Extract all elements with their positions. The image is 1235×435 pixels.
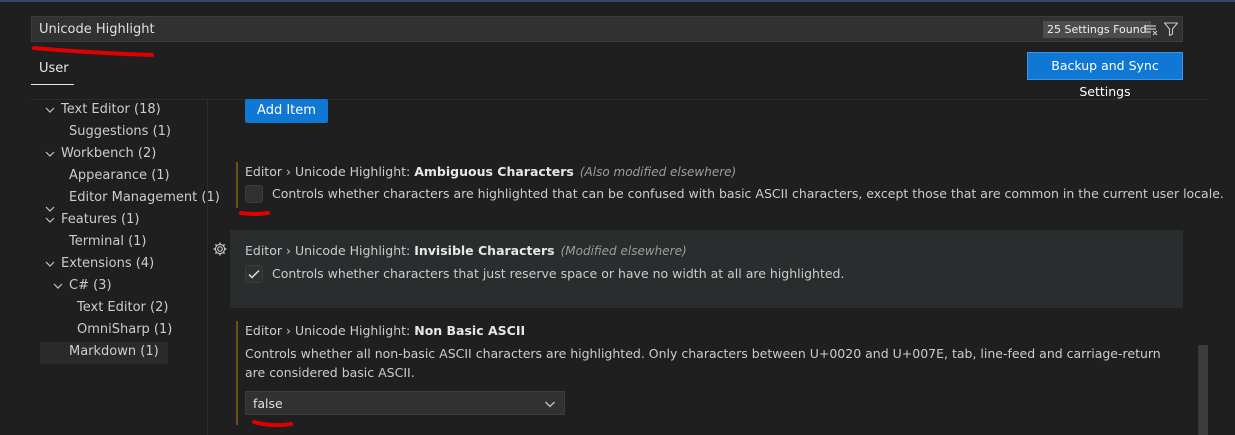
select-value: false — [253, 396, 283, 411]
toc-item-text-editor[interactable]: Text Editor (18) — [61, 99, 161, 121]
setting-category: Editor › Unicode Highlight: — [245, 243, 415, 258]
chevron-down-icon[interactable] — [45, 149, 55, 159]
toc-item-workbench[interactable]: Workbench (2) — [61, 143, 156, 165]
setting-description: Controls whether characters are highligh… — [272, 186, 1224, 201]
red-annotation-underline-search — [32, 46, 154, 57]
setting-title-ambiguous-characters: Editor › Unicode Highlight: Ambiguous Ch… — [245, 164, 736, 179]
setting-description: Controls whether all non-basic ASCII cha… — [245, 346, 1161, 380]
toc-item-markdown[interactable]: Markdown (1) — [69, 341, 159, 363]
toc-item-csharp[interactable]: C# (3) — [69, 275, 112, 297]
add-item-button[interactable]: Add Item — [245, 99, 328, 123]
setting-label: Invisible Characters — [414, 243, 555, 258]
chevron-down-icon[interactable] — [45, 259, 55, 269]
setting-label: Ambiguous Characters — [414, 164, 574, 179]
invisible-characters-checkbox[interactable] — [245, 265, 263, 283]
results-count-badge: 25 Settings Found — [1043, 21, 1151, 38]
tab-user-indicator — [31, 84, 74, 85]
search-input-value: Unicode Highlight — [39, 22, 155, 37]
backup-sync-settings-button[interactable]: Backup and Sync Settings — [1027, 52, 1183, 99]
modified-elsewhere-link[interactable]: (Modified elsewhere) — [561, 244, 687, 258]
modified-elsewhere-link[interactable]: (Also modified elsewhere) — [580, 165, 736, 179]
tab-user[interactable]: User — [39, 61, 69, 76]
check-icon — [248, 269, 260, 279]
setting-category: Editor › Unicode Highlight: — [245, 164, 415, 179]
toc-item-appearance[interactable]: Appearance (1) — [69, 165, 170, 187]
setting-category: Editor › Unicode Highlight: — [245, 323, 415, 338]
setting-title-non-basic-ascii: Editor › Unicode Highlight: Non Basic AS… — [245, 323, 525, 338]
toc-divider — [207, 99, 208, 435]
toc-item-features[interactable]: Features (1) — [61, 209, 139, 231]
chevron-down-icon[interactable] — [45, 215, 55, 225]
settings-search-input[interactable]: Unicode Highlight 25 Settings Found — [31, 16, 1183, 42]
chevron-down-icon[interactable] — [45, 204, 55, 214]
chevron-down-icon[interactable] — [45, 105, 55, 115]
top-accent-line — [0, 0, 1235, 2]
chevron-down-icon — [545, 401, 555, 408]
toc-item-suggestions[interactable]: Suggestions (1) — [69, 121, 171, 143]
setting-label: Non Basic ASCII — [414, 323, 526, 338]
chevron-down-icon[interactable] — [53, 281, 63, 291]
non-basic-ascii-select[interactable]: false — [245, 391, 565, 415]
modified-indicator — [236, 162, 238, 208]
toc-item-editor-management[interactable]: Editor Management (1) — [69, 187, 220, 209]
toc-item-terminal[interactable]: Terminal (1) — [69, 231, 147, 253]
gear-icon[interactable] — [212, 241, 228, 257]
modified-indicator — [236, 321, 238, 425]
scrollbar-thumb[interactable] — [1198, 345, 1208, 435]
clear-filter-icon[interactable] — [1143, 22, 1159, 38]
toc-item-omnisharp[interactable]: OmniSharp (1) — [77, 319, 172, 341]
red-annotation-underline-checkbox — [239, 211, 270, 216]
setting-description: Controls whether characters that just re… — [272, 266, 845, 281]
ambiguous-characters-checkbox[interactable] — [245, 185, 263, 203]
toc-item-csharp-text-editor[interactable]: Text Editor (2) — [77, 297, 168, 319]
red-annotation-underline-select — [252, 420, 293, 428]
toc-item-extensions[interactable]: Extensions (4) — [61, 253, 154, 275]
setting-title-invisible-characters: Editor › Unicode Highlight: Invisible Ch… — [245, 243, 687, 258]
filter-icon[interactable] — [1163, 21, 1179, 37]
